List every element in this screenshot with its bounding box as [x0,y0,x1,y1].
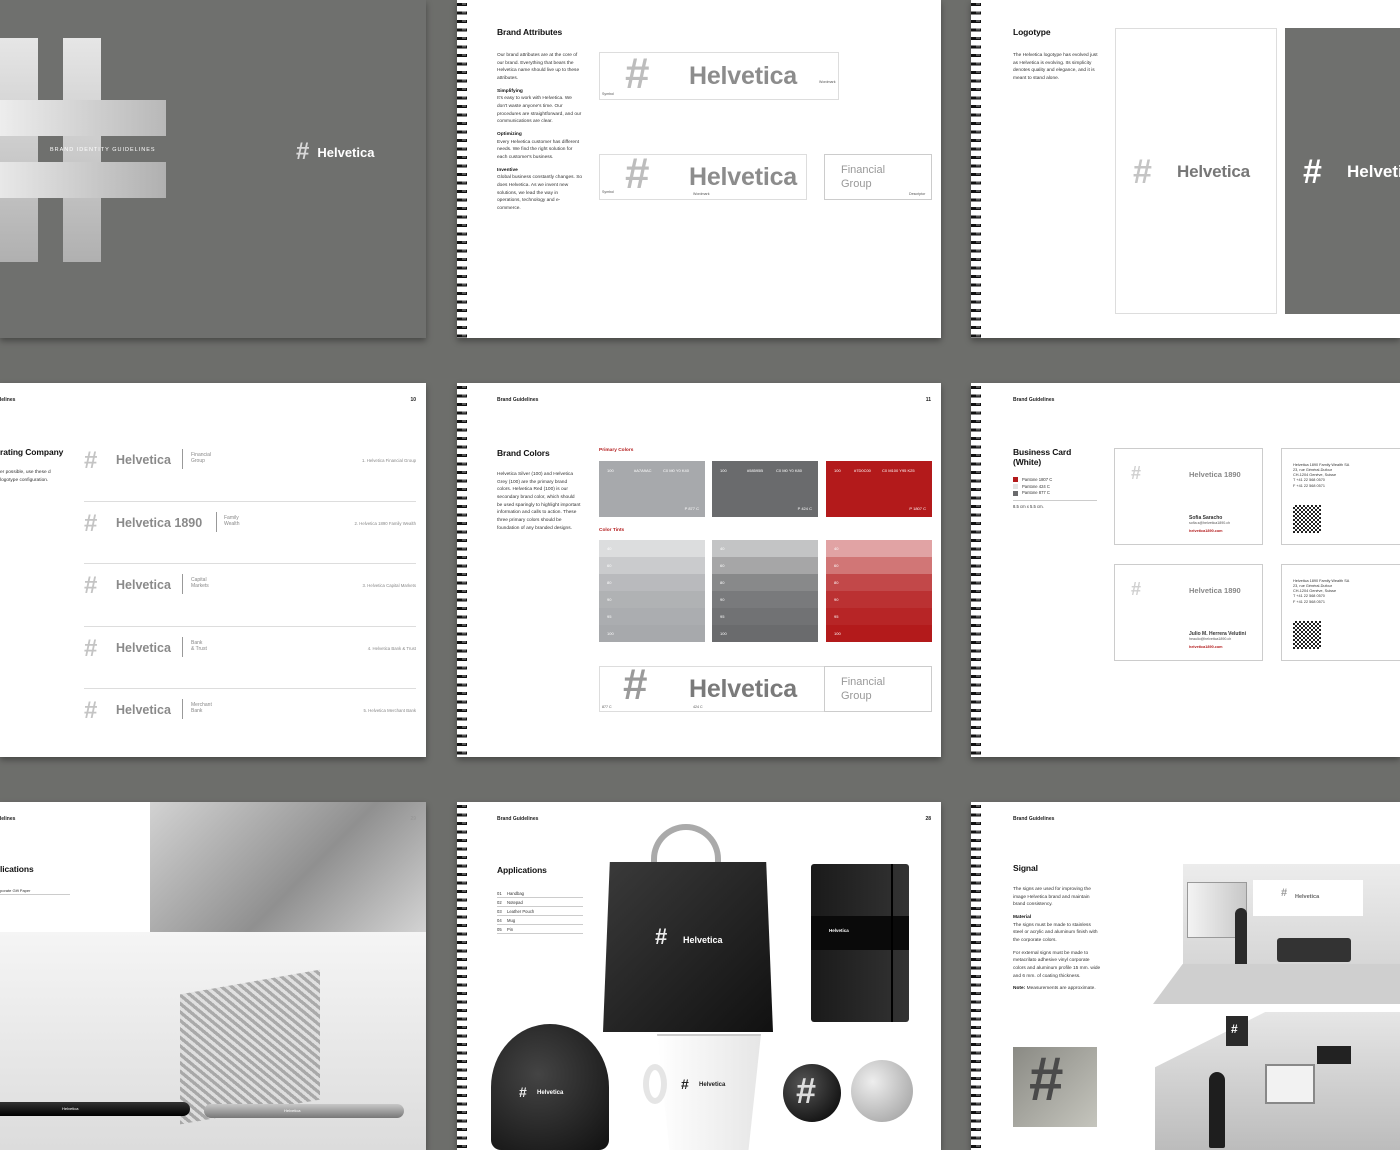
signal-page: Brand Guidelines Signal The signs are us… [971,802,1400,1150]
applications-list: 01 Handbag 02 Notepad 03 Leather Pouch 04 Mu… [497,889,583,934]
spiral-binding [971,802,981,1150]
tint-swatch: 95 [826,608,932,625]
logotype-page: Logotype The Helvetica logotype has evol… [971,0,1400,338]
tint-swatch: 60 [826,557,932,574]
tint-swatch: 80 [712,574,818,591]
tint-swatch: 100 [599,625,705,642]
pantone-list: Pantone 1807 C Pantone 424 C Pantone 877… [1013,477,1097,511]
swatch-red: 100 #7D0C00 C0 M100 Y95 K25 P 1807 C [826,461,932,517]
hash-icon: # [1231,1022,1238,1036]
hash-icon: # [519,1084,527,1100]
hash-icon: # [1303,153,1322,191]
cover-logo: # Helvetica [296,138,375,165]
tint-swatch: 90 [599,591,705,608]
hash-icon: # [796,1070,817,1111]
business-card-page: Brand Guidelines Business Card (White) P… [971,383,1400,757]
hash-icon: # [625,49,650,98]
list-item: # Helvetica Capital Markets 3. Helvetica… [84,564,416,627]
list-item: # Helvetica Financial Group 1. Helvetica… [84,439,416,502]
cover-tagline: BRAND IDENTITY GUIDELINES [50,147,156,153]
tint-swatch: 95 [599,608,705,625]
notepad: Helvetica [811,864,909,1022]
pen-silver: Helvetica [204,1104,404,1118]
list-item: # Helvetica 1890 Family Wealth 2. Helvet… [84,502,416,564]
wordmark-2: Helvetica [689,163,797,191]
cover-page: BRAND IDENTITY GUIDELINES # Helvetica [0,0,426,338]
pin-silver [851,1060,913,1122]
applications-page: Brand Guidelines 28 Applications 01 Handb… [457,802,941,1150]
hash-icon: # [681,1076,689,1092]
list-item: # Helvetica Bank & Trust 4. Helvetica Ba… [84,627,416,689]
tint-swatch: 100 [712,625,818,642]
brand-attributes-page: Brand Attributes Our brand attributes ar… [457,0,941,338]
hash-icon: # [296,138,310,165]
attributes-text: Our brand attributes are at the core of … [497,53,583,212]
company-list: # Helvetica Financial Group 1. Helvetica… [84,439,416,752]
sign-photo: # [1013,1047,1097,1127]
hash-icon: # [84,697,98,724]
hash-icon: # [84,572,98,599]
tint-swatch: 90 [826,591,932,608]
mug-handle [643,1064,667,1104]
hash-icon: # [655,924,668,949]
hash-icon: # [1133,153,1152,191]
page-title: Logotype [1013,27,1051,37]
list-item: # Helvetica Merchant Bank 5. Helvetica M… [84,697,416,724]
hash-icon: # [84,509,98,537]
handbag: # Helvetica [603,862,773,1032]
tint-swatch: 80 [826,574,932,591]
tint-swatch: 40 [826,540,932,557]
exterior-sign: # [1226,1016,1248,1046]
spiral-binding [971,0,981,338]
tint-swatch: 80 [599,574,705,591]
tint-swatch: 60 [599,557,705,574]
qr-code [1293,505,1321,533]
swatch-grey: 100 #58595B C0 M0 Y0 K80 P 424 C [712,461,818,517]
qr-code [1293,621,1321,649]
tint-swatch: 100 [826,625,932,642]
hash-icon: # [1131,463,1142,483]
tint-swatch: 95 [712,608,818,625]
operating-company-page: Brand Guidelines 10 rating Company er po… [0,383,426,757]
pin-black: # [783,1064,841,1122]
spiral-binding [457,383,467,757]
swatch-silver: 100 #A7A9AC C0 M0 Y0 K40 P 877 C [599,461,705,517]
hash-icon: # [1281,887,1288,899]
pen-dark: Helvetica [0,1102,190,1116]
applications-gift-page: Brand Guidelines 29 lications porate Gif… [0,802,426,1150]
spiral-binding [971,383,981,757]
person-silhouette [1209,1072,1225,1148]
brand-colors-page: Brand Guidelines 11 Brand Colors Helveti… [457,383,941,757]
hash-icon: # [623,660,648,709]
page-title: Brand Attributes [497,27,563,37]
hash-symbol-large [0,0,170,270]
hash-icon: # [1131,579,1142,599]
wordmark-1: Helvetica [689,62,797,90]
hash-icon: # [84,447,98,474]
tint-swatch: 40 [712,540,818,557]
person-silhouette [1235,908,1247,966]
hash-icon: # [84,634,98,662]
hash-icon: # [1029,1045,1064,1114]
hash-icon: # [625,149,650,198]
spiral-binding [457,802,467,1150]
leather-pouch: # Helvetica [491,1024,609,1150]
tint-swatch: 90 [712,591,818,608]
mug: # Helvetica [657,1034,761,1150]
tint-swatch: 40 [599,540,705,557]
tint-swatch: 60 [712,557,818,574]
spiral-binding [457,0,467,338]
